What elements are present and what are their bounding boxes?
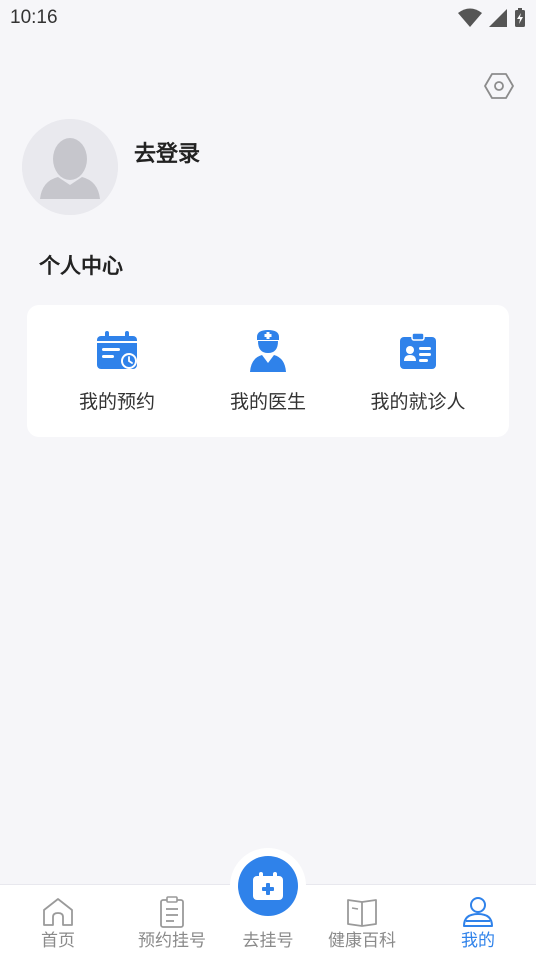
menu-label: 我的就诊人 — [370, 391, 466, 413]
tab-label[interactable]: 去挂号 — [228, 926, 308, 951]
settings-button[interactable] — [483, 70, 515, 102]
my-patients-button[interactable]: 我的就诊人 — [338, 305, 498, 437]
battery-charging-icon — [515, 8, 525, 27]
tab-health-encyclopedia[interactable]: 健康百科 — [320, 885, 404, 954]
tab-appointment[interactable]: 预约挂号 — [130, 885, 214, 954]
login-link[interactable]: 去登录 — [134, 136, 200, 168]
section-title: 个人中心 — [39, 254, 123, 278]
my-appointments-button[interactable]: 我的预约 — [37, 305, 197, 437]
default-avatar-icon — [22, 119, 118, 215]
menu-label: 我的医生 — [229, 391, 306, 413]
settings-hexagon-icon — [484, 73, 514, 99]
clipboard-icon — [160, 896, 184, 928]
menu-label: 我的预约 — [78, 391, 155, 413]
tab-mine[interactable]: 我的 — [448, 885, 508, 954]
tab-label: 健康百科 — [328, 931, 396, 951]
status-bar: 10:16 — [0, 0, 536, 36]
personal-center-card: 我的预约 我的医生 我的就诊人 — [27, 305, 509, 437]
user-icon — [463, 897, 493, 927]
tab-label: 我的 — [461, 931, 495, 951]
tab-register-button[interactable] — [238, 856, 298, 916]
home-icon — [43, 898, 73, 926]
doctor-icon — [250, 330, 286, 372]
tab-home[interactable]: 首页 — [22, 885, 94, 954]
status-icons — [458, 8, 526, 28]
status-time: 10:16 — [10, 7, 58, 28]
tab-label: 预约挂号 — [138, 931, 206, 951]
patient-card-icon — [400, 332, 436, 369]
my-doctors-button[interactable]: 我的医生 — [188, 305, 348, 437]
wifi-icon — [458, 8, 482, 27]
tab-label: 首页 — [41, 931, 75, 951]
calendar-clock-icon — [97, 331, 137, 369]
book-icon — [347, 899, 377, 927]
avatar[interactable] — [22, 119, 118, 215]
calendar-plus-icon — [253, 872, 283, 900]
signal-icon — [489, 9, 507, 27]
